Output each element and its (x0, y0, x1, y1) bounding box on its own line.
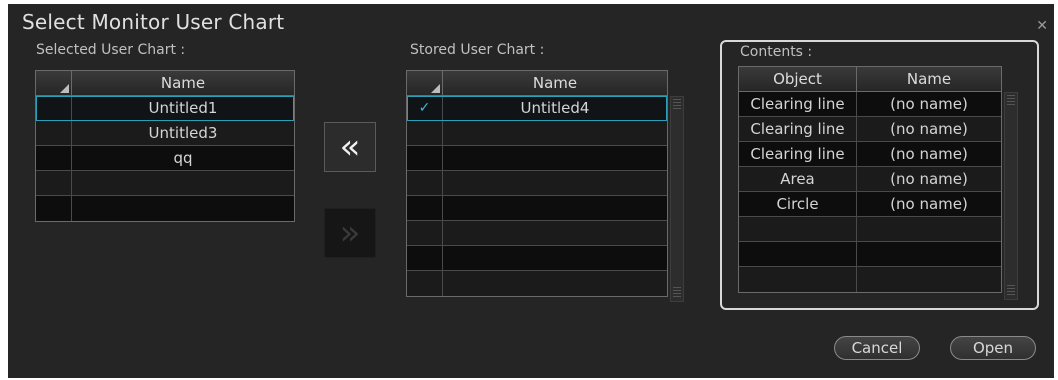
stored-scrollbar[interactable] (670, 96, 684, 302)
table-row[interactable]: Area (no name) (739, 167, 1001, 192)
column-header-name[interactable]: Name (857, 67, 1001, 91)
select-monitor-user-chart-dialog: Select Monitor User Chart ✕ Selected Use… (8, 4, 1054, 378)
object-cell (739, 267, 857, 292)
select-all-corner[interactable] (407, 71, 443, 95)
object-cell: Clearing line (739, 142, 857, 166)
table-header: Name (407, 71, 667, 96)
table-row[interactable] (36, 171, 294, 196)
scroll-grip-bottom[interactable] (673, 287, 681, 299)
object-name-cell (857, 217, 1001, 241)
object-name-cell: (no name) (890, 95, 968, 113)
checkmark-icon[interactable] (407, 196, 443, 220)
checkmark-icon[interactable] (407, 221, 443, 245)
scroll-grip-bottom[interactable] (1007, 285, 1015, 297)
object-cell (739, 217, 857, 241)
stored-rows: ✓ Untitled4 (407, 96, 667, 296)
table-row[interactable] (407, 271, 667, 296)
table-row[interactable]: ✓ Untitled4 (407, 96, 667, 121)
object-cell: Circle (739, 192, 857, 216)
table-row[interactable]: Circle (no name) (739, 192, 1001, 217)
chart-name-cell[interactable]: Untitled3 (72, 121, 294, 145)
cancel-button[interactable]: Cancel (834, 336, 920, 360)
checkmark-icon[interactable] (407, 171, 443, 195)
object-name-cell: (no name) (890, 120, 968, 138)
chart-name-cell[interactable] (72, 171, 294, 195)
select-all-corner[interactable] (36, 71, 72, 95)
contents-table: Object Name Clearing line (no name) Cleari… (738, 66, 1002, 293)
move-to-selected-button[interactable]: « (324, 122, 376, 172)
chart-name-cell[interactable] (443, 196, 667, 220)
table-row[interactable] (407, 171, 667, 196)
table-row[interactable] (407, 196, 667, 221)
table-header: Object Name (739, 67, 1001, 92)
selected-rows: Untitled1 Untitled3 qq (36, 96, 294, 221)
object-name-cell: (no name) (890, 170, 968, 188)
close-icon[interactable]: ✕ (1036, 18, 1048, 34)
contents-rows: Clearing line (no name) Clearing line (no n… (739, 92, 1001, 292)
column-header-name[interactable]: Name (443, 71, 667, 95)
chart-name-cell[interactable]: Untitled4 (443, 96, 667, 120)
table-row[interactable] (36, 196, 294, 221)
selected-user-chart-label: Selected User Chart : (36, 42, 186, 58)
table-row[interactable] (739, 242, 1001, 267)
object-cell: Area (739, 167, 857, 191)
row-select-cell[interactable] (36, 171, 72, 195)
double-chevron-left-icon: « (339, 127, 361, 167)
table-row[interactable]: Clearing line (no name) (739, 142, 1001, 167)
open-button[interactable]: Open (950, 336, 1036, 360)
object-name-cell (857, 242, 1001, 266)
checkmark-icon[interactable] (407, 271, 443, 296)
object-name-cell: (no name) (890, 195, 968, 213)
selected-user-chart-table: Name Untitled1 Untitled3 qq (35, 70, 295, 222)
checkmark-icon[interactable] (407, 246, 443, 270)
chart-name-cell[interactable] (443, 171, 667, 195)
object-cell: Clearing line (739, 92, 857, 116)
table-row[interactable]: Untitled1 (36, 96, 294, 121)
row-select-cell[interactable] (36, 121, 72, 145)
checkmark-icon[interactable]: ✓ (407, 96, 443, 120)
table-row[interactable]: qq (36, 146, 294, 171)
contents-scrollbar[interactable] (1004, 92, 1018, 300)
chart-name-cell[interactable]: qq (72, 146, 294, 170)
row-select-cell[interactable] (36, 146, 72, 170)
chart-name-cell[interactable] (443, 221, 667, 245)
row-select-cell[interactable] (36, 196, 72, 221)
column-header-object[interactable]: Object (739, 67, 857, 91)
checkmark-icon[interactable] (407, 121, 443, 145)
table-row[interactable] (739, 217, 1001, 242)
chart-name-cell[interactable] (443, 121, 667, 145)
table-row[interactable]: Clearing line (no name) (739, 92, 1001, 117)
checkmark-icon[interactable] (407, 146, 443, 170)
dialog-title: Select Monitor User Chart (22, 10, 285, 34)
chart-name-cell[interactable] (443, 246, 667, 270)
chart-name-cell[interactable] (72, 196, 294, 221)
stored-user-chart-label: Stored User Chart : (410, 42, 545, 58)
double-chevron-right-icon: » (339, 213, 361, 253)
object-cell: Clearing line (739, 117, 857, 141)
table-row[interactable] (407, 246, 667, 271)
contents-label: Contents : (740, 44, 813, 60)
table-row[interactable]: Untitled3 (36, 121, 294, 146)
table-row[interactable] (407, 121, 667, 146)
column-header-name[interactable]: Name (72, 71, 294, 95)
table-row[interactable]: Clearing line (no name) (739, 117, 1001, 142)
chart-name-cell[interactable] (443, 271, 667, 296)
table-header: Name (36, 71, 294, 96)
stored-user-chart-table: Name ✓ Untitled4 (406, 70, 668, 297)
object-cell (739, 242, 857, 266)
chart-name-cell[interactable] (443, 146, 667, 170)
object-name-cell: (no name) (890, 145, 968, 163)
table-row[interactable] (407, 221, 667, 246)
move-to-stored-button[interactable]: » (324, 208, 376, 258)
scroll-grip-top[interactable] (673, 99, 681, 111)
row-select-cell[interactable] (36, 96, 72, 120)
object-name-cell (857, 267, 1001, 292)
chart-name-cell[interactable]: Untitled1 (72, 96, 294, 120)
table-row[interactable] (407, 146, 667, 171)
scroll-grip-top[interactable] (1007, 95, 1015, 107)
table-row[interactable] (739, 267, 1001, 292)
